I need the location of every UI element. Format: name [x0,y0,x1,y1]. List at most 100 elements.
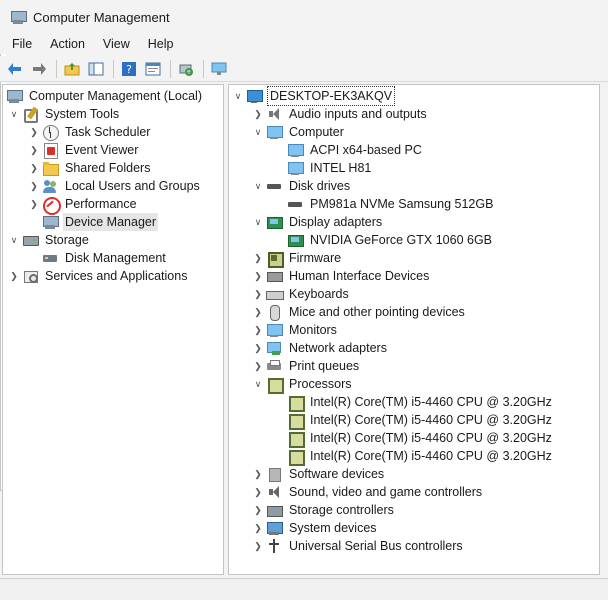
chevron-down-icon[interactable]: ∨ [8,105,20,123]
device-category-hid[interactable]: ❯ Human Interface Devices [252,267,431,285]
device-item[interactable]: INTEL H81 [287,159,373,177]
chevron-right-icon[interactable]: ❯ [252,483,264,501]
show-hide-console-tree-button[interactable] [85,58,107,80]
device-category-storage-controllers[interactable]: ❯ Storage controllers [252,501,396,519]
chevron-right-icon[interactable]: ❯ [252,105,264,123]
chevron-down-icon[interactable]: ∨ [8,231,20,249]
chevron-right-icon[interactable]: ❯ [252,339,264,357]
chevron-right-icon[interactable]: ❯ [252,303,264,321]
tree-item-label: Disk Management [65,251,166,265]
tree-item-local-users-and-groups[interactable]: ❯ Local Users and Groups [28,177,202,195]
chevron-right-icon[interactable]: ❯ [28,123,40,141]
device-category-label: Sound, video and game controllers [289,485,483,499]
toolbar: ? [0,56,608,82]
tree-item-label: Local Users and Groups [65,179,200,193]
device-item[interactable]: NVIDIA GeForce GTX 1060 6GB [287,231,494,249]
status-bar [0,578,608,600]
system-tools-icon [22,106,38,123]
software-device-icon [266,466,282,482]
usb-icon [266,538,282,554]
tree-item-shared-folders[interactable]: ❯ Shared Folders [28,159,152,177]
tree-item-storage[interactable]: ∨ Storage [8,231,91,249]
chevron-right-icon[interactable]: ❯ [28,177,40,195]
help-icon: ? [122,61,136,76]
device-category-network-adapters[interactable]: ❯ Network adapters [252,339,389,357]
menu-view[interactable]: View [94,34,139,54]
tree-item-label: Event Viewer [65,143,139,157]
menu-action[interactable]: Action [41,34,94,54]
device-category-display-adapters[interactable]: ∨ Display adapters [252,213,384,231]
show-hide-tree-icon [88,62,104,75]
device-item[interactable]: Intel(R) Core(TM) i5-4460 CPU @ 3.20GHz [287,447,554,466]
device-category-disk-drives[interactable]: ∨ Disk drives [252,177,352,195]
menu-help[interactable]: Help [139,34,183,54]
device-item[interactable]: ACPI x64-based PC [287,141,424,159]
tree-item-event-viewer[interactable]: ❯ Event Viewer [28,141,140,159]
device-category-software-devices[interactable]: ❯ Software devices [252,465,386,483]
chevron-down-icon[interactable]: ∨ [252,177,264,195]
chevron-right-icon[interactable]: ❯ [28,159,40,177]
device-item[interactable]: Intel(R) Core(TM) i5-4460 CPU @ 3.20GHz [287,411,554,430]
chevron-right-icon[interactable]: ❯ [252,321,264,339]
device-item[interactable]: PM981a NVMe Samsung 512GB [287,195,495,213]
device-category-label: Network adapters [289,341,387,355]
device-category-system-devices[interactable]: ❯ System devices [252,519,379,537]
forward-arrow-icon [33,62,46,75]
title-bar: Computer Management [0,0,608,34]
chevron-down-icon[interactable]: ∨ [252,123,264,141]
device-category-usb[interactable]: ❯ Universal Serial Bus controllers [252,537,465,555]
properties-button[interactable] [142,58,164,80]
display-button[interactable] [208,58,230,80]
tree-item-system-tools[interactable]: ∨ System Tools [8,105,121,123]
device-category-processors[interactable]: ∨ Processors [252,375,354,394]
chevron-right-icon[interactable]: ❯ [252,285,264,303]
tree-item-disk-management[interactable]: Disk Management [28,249,168,267]
device-category-print-queues[interactable]: ❯ Print queues [252,357,361,375]
chevron-down-icon[interactable]: ∨ [252,213,264,231]
tree-item-services-and-applications[interactable]: ❯ Services and Applications [8,267,189,285]
device-category-computer[interactable]: ∨ Computer [252,123,346,141]
chevron-right-icon[interactable]: ❯ [252,537,264,555]
device-category-label: System devices [289,521,377,535]
device-category-firmware[interactable]: ❯ Firmware [252,249,343,268]
device-item[interactable]: Intel(R) Core(TM) i5-4460 CPU @ 3.20GHz [287,393,554,412]
forward-button[interactable] [28,58,50,80]
back-button[interactable] [4,58,26,80]
tree-item-device-manager[interactable]: Device Manager [28,213,159,231]
task-scheduler-icon [42,124,59,141]
firmware-icon [266,250,284,268]
device-category-monitors[interactable]: ❯ Monitors [252,321,339,339]
device-category-keyboards[interactable]: ❯ Keyboards [252,285,351,303]
tree-item-performance[interactable]: ❯ Performance [28,195,139,215]
performance-icon [42,196,61,215]
tree-item-computer-management[interactable]: Computer Management (Local) [6,87,204,105]
scan-hardware-changes-button[interactable] [175,58,197,80]
printer-icon [266,358,282,374]
device-category-label: Monitors [289,323,337,337]
chevron-right-icon[interactable]: ❯ [252,267,264,285]
device-tree-root[interactable]: ∨ DESKTOP-EK3AKQV [232,86,396,106]
chevron-right-icon[interactable]: ❯ [252,357,264,375]
device-item[interactable]: Intel(R) Core(TM) i5-4460 CPU @ 3.20GHz [287,429,554,448]
chevron-right-icon[interactable]: ❯ [252,519,264,537]
device-category-audio[interactable]: ❯ Audio inputs and outputs [252,105,429,123]
device-category-sound[interactable]: ❯ Sound, video and game controllers [252,483,484,501]
chevron-right-icon[interactable]: ❯ [252,501,264,519]
processor-icon [266,376,284,394]
menu-file[interactable]: File [3,34,41,54]
chevron-right-icon[interactable]: ❯ [28,195,40,213]
chevron-down-icon[interactable]: ∨ [232,87,244,105]
chevron-right-icon[interactable]: ❯ [8,267,20,285]
help-button[interactable]: ? [118,58,140,80]
up-one-level-button[interactable] [61,58,83,80]
device-item-label: NVIDIA GeForce GTX 1060 6GB [310,233,493,247]
chevron-down-icon[interactable]: ∨ [252,375,264,393]
chevron-right-icon[interactable]: ❯ [252,249,264,267]
device-category-mice[interactable]: ❯ Mice and other pointing devices [252,303,467,321]
tree-item-task-scheduler[interactable]: ❯ Task Scheduler [28,123,152,141]
chevron-right-icon[interactable]: ❯ [28,141,40,159]
monitor-icon [266,322,283,338]
tree-item-label: Task Scheduler [65,125,151,139]
device-item-label: Intel(R) Core(TM) i5-4460 CPU @ 3.20GHz [310,413,552,427]
chevron-right-icon[interactable]: ❯ [252,465,264,483]
